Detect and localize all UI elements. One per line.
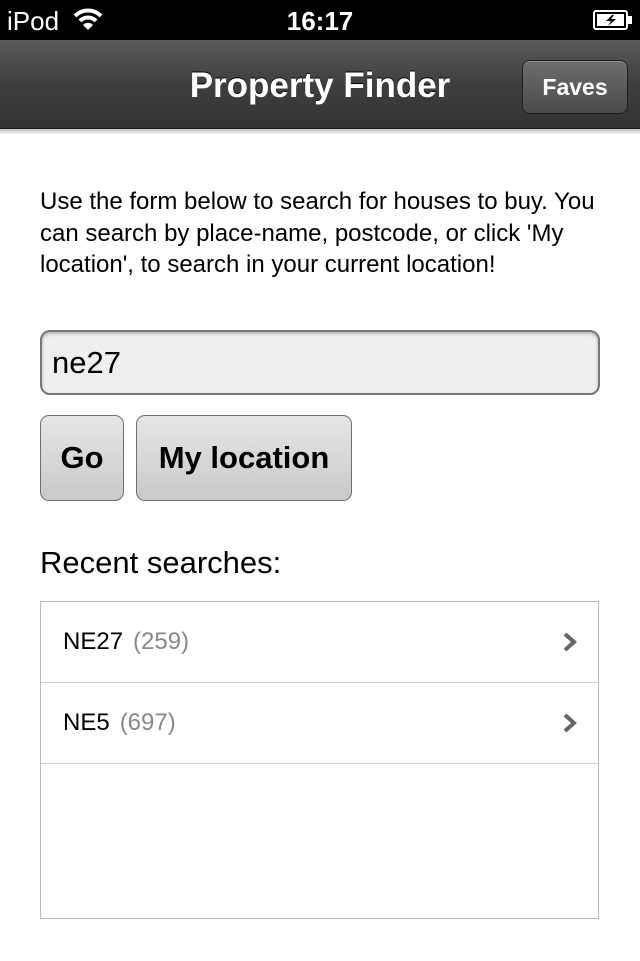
list-item-text: NE27 (259)	[63, 602, 189, 682]
intro-text: Use the form below to search for houses …	[40, 188, 595, 278]
recent-searches-heading: Recent searches:	[40, 545, 282, 580]
recent-searches-list: NE27 (259) NE5 (697)	[40, 601, 599, 919]
list-item-count: (697)	[119, 709, 176, 736]
faves-button[interactable]: Faves	[522, 60, 628, 114]
list-item[interactable]: NE5 (697)	[41, 683, 598, 764]
list-item-count: (259)	[133, 628, 190, 655]
list-item-label: NE27	[63, 628, 124, 655]
search-input[interactable]: ne27	[40, 330, 600, 395]
chevron-right-icon	[563, 713, 578, 733]
nav-bar: Property Finder Faves	[0, 40, 640, 129]
list-item-label: NE5	[63, 709, 110, 736]
go-button[interactable]: Go	[40, 415, 124, 501]
my-location-button[interactable]: My location	[136, 415, 352, 501]
list-item-text: NE5 (697)	[63, 683, 176, 763]
nav-bar-shadow	[0, 129, 640, 135]
chevron-right-icon	[563, 632, 578, 652]
clock: 16:17	[286, 6, 354, 36]
status-bar: iPod 16:17	[0, 0, 640, 40]
list-item[interactable]: NE27 (259)	[41, 602, 598, 683]
battery-charging-icon	[593, 10, 632, 30]
